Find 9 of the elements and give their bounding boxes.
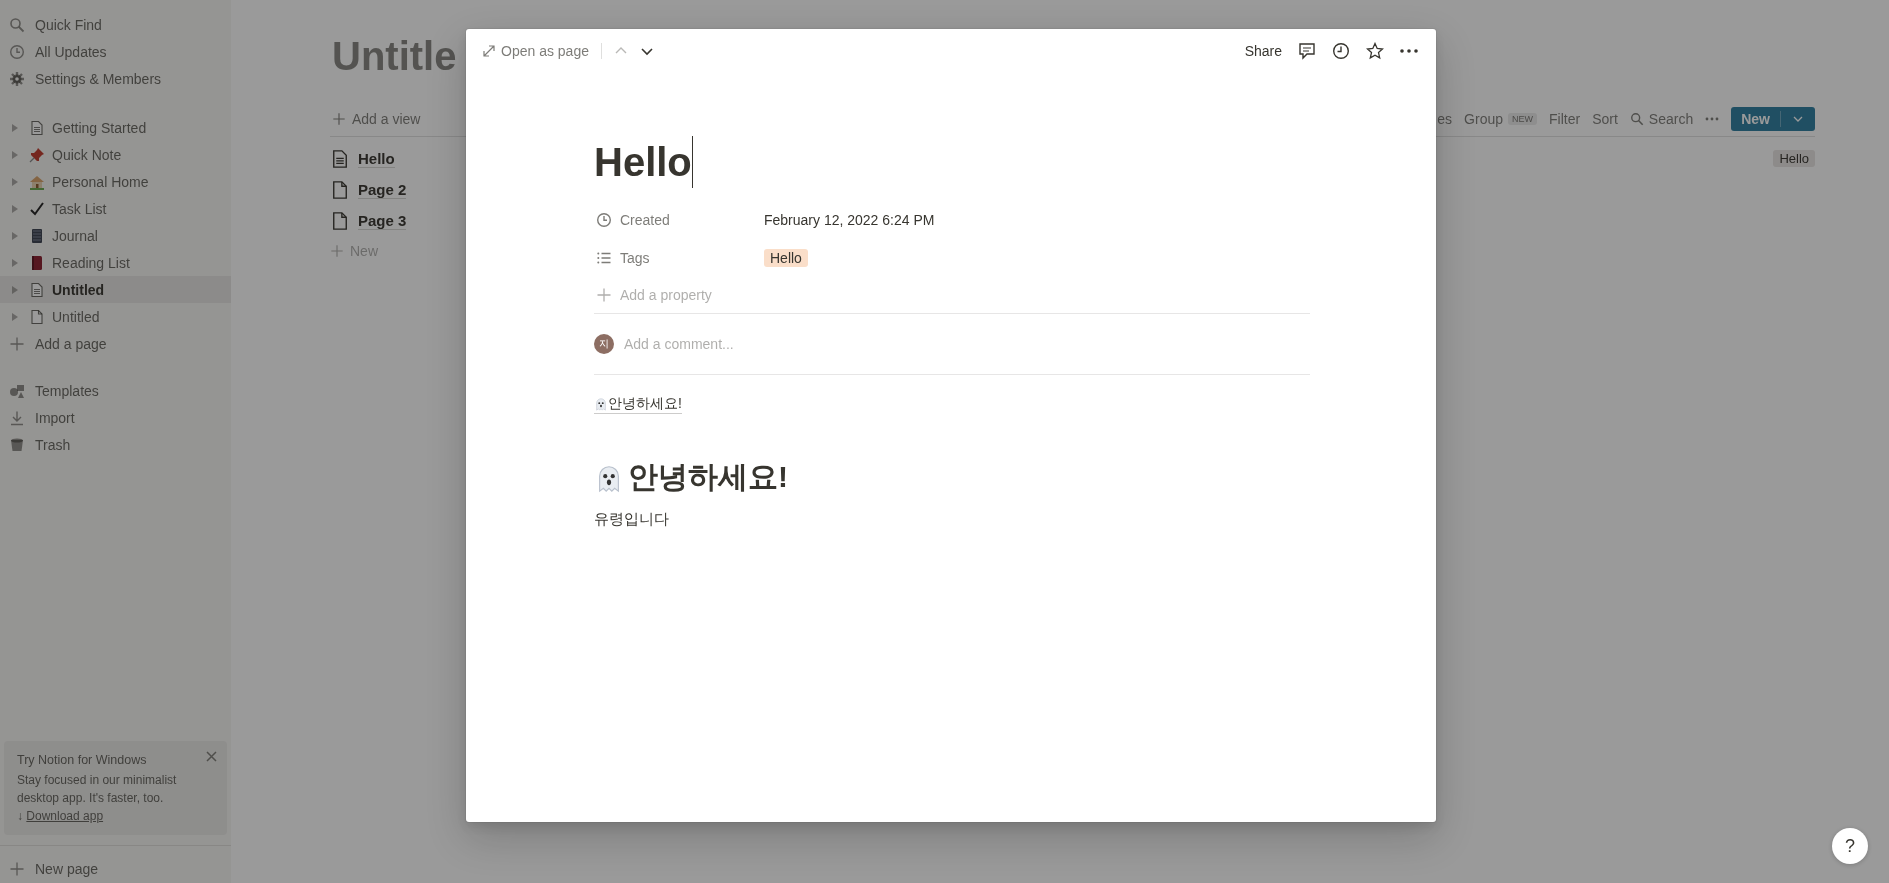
promo-text: Stay focused in our minimalist desktop app. It's faster, too. xyxy=(17,772,178,807)
arrow-glyph: ↓ xyxy=(17,809,23,823)
tag: Hello xyxy=(1773,150,1815,167)
paragraph: 유령입니다 xyxy=(594,510,669,527)
heading: 안녕하세요! xyxy=(628,459,788,495)
avatar: 지 xyxy=(594,334,614,354)
promo-title: Try Notion for Windows xyxy=(17,752,147,769)
property-value: February 12, 2022 6:24 PM xyxy=(764,212,935,228)
page-title: Untitle xyxy=(332,34,457,80)
